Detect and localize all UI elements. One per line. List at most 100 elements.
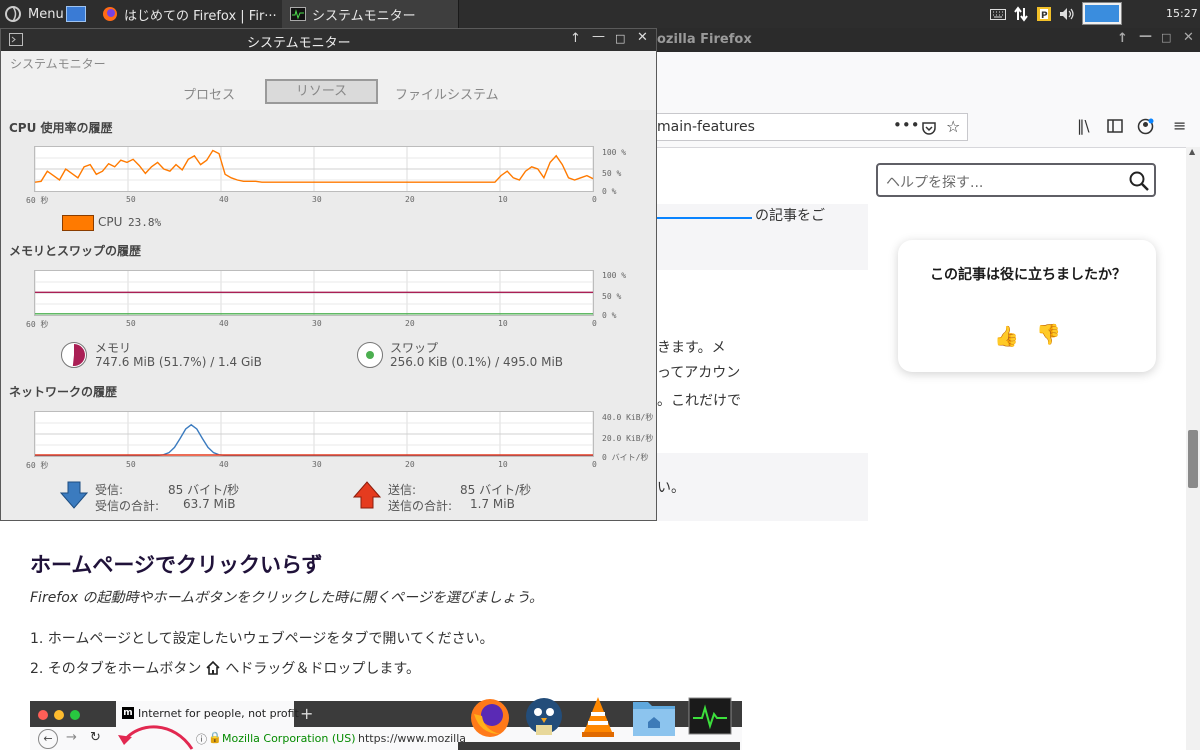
help-search-input[interactable]: ヘルプを探す... <box>876 163 1156 197</box>
url-text: main-features <box>657 119 755 135</box>
task-system-monitor-label: システムモニター <box>312 8 416 24</box>
show-desktop-icon[interactable] <box>66 6 86 22</box>
xtick: 50 <box>126 319 136 328</box>
sidebar-icon[interactable] <box>1107 119 1123 133</box>
system-monitor-titlebar: システムモニター ↑ — □ ✕ <box>1 29 656 51</box>
keep-above-icon[interactable]: ↑ <box>570 31 581 46</box>
xtick: 30 <box>312 195 322 204</box>
clock[interactable]: 15:27 <box>1166 7 1198 20</box>
recv-label: 受信: <box>95 483 124 497</box>
window-title: システムモニター <box>247 36 351 51</box>
search-icon[interactable] <box>1128 170 1150 192</box>
bookmark-star-icon[interactable]: ☆ <box>946 117 960 136</box>
volume-icon[interactable] <box>1059 6 1075 22</box>
cpu-color-swatch[interactable] <box>62 215 94 231</box>
drag-arrow-icon <box>118 725 194 750</box>
xtick: 40 <box>219 319 229 328</box>
app-header-label: システムモニター <box>10 57 106 71</box>
task-firefox[interactable]: はじめての Firefox | Fir··· <box>94 0 293 28</box>
svg-text:P: P <box>1041 11 1048 21</box>
url-bar[interactable]: main-features ••• ☆ <box>657 113 968 141</box>
restore-icon[interactable]: ↑ <box>1117 31 1128 46</box>
article-heading: ホームページでクリックいらず <box>30 553 323 577</box>
xtick: 10 <box>498 460 508 469</box>
dock-vlc-icon[interactable] <box>574 694 622 740</box>
mozilla-m-icon: m <box>122 707 134 719</box>
network-heading: ネットワークの履歴 <box>9 385 118 399</box>
account-icon[interactable] <box>1137 118 1154 135</box>
xtick: 10 <box>498 319 508 328</box>
xtick: 60 秒 <box>26 320 49 329</box>
cpu-usage-value: 23.8% <box>128 216 162 229</box>
menu-icon[interactable]: ≡ <box>1173 116 1186 135</box>
memory-pie-icon[interactable] <box>60 341 88 369</box>
partial-line-1: きます。メ <box>657 340 726 356</box>
xtick: 60 秒 <box>26 461 49 470</box>
xtick: 10 <box>498 195 508 204</box>
recv-total: 63.7 MiB <box>183 497 236 511</box>
recv-total-label: 受信の合計: <box>95 499 160 513</box>
dock-files-icon[interactable] <box>630 694 678 740</box>
feedback-card: この記事は役に立ちましたか？ 👍 👎 <box>898 240 1156 372</box>
memory-heading: メモリとスワップの履歴 <box>9 244 142 258</box>
task-system-monitor[interactable]: システムモニター <box>282 0 459 28</box>
tab-processes[interactable]: プロセス <box>183 84 235 103</box>
swap-value: 256.0 KiB (0.1%) / 495.0 MiB <box>390 355 564 369</box>
page-actions-icon[interactable]: ••• <box>893 116 920 134</box>
thumbs-up-icon[interactable]: 👍 <box>994 324 1019 348</box>
firefox-tabstrip <box>657 52 1200 107</box>
network-icon[interactable] <box>1013 6 1029 22</box>
dock-shelf <box>458 742 740 750</box>
dock-system-monitor-icon[interactable] <box>686 694 734 740</box>
dock-mail-bird-icon[interactable] <box>520 694 568 740</box>
xtick: 0 <box>592 319 597 328</box>
cpu-graph <box>34 146 594 192</box>
new-tab-icon: + <box>300 704 314 723</box>
step-2-text: 2. そのタブをホームボタン <box>30 661 202 677</box>
xtick: 40 <box>219 460 229 469</box>
view-tabs: プロセス リソース ファイルシステム <box>0 76 657 110</box>
maximize-icon[interactable]: □ <box>1161 31 1171 44</box>
feedback-question: この記事は役に立ちましたか？ <box>930 267 1126 283</box>
sm-close-icon[interactable]: ✕ <box>637 30 648 45</box>
clipboard-icon[interactable]: P <box>1036 6 1052 22</box>
screenshot-url: https://www.mozilla <box>358 732 467 745</box>
network-graph <box>34 411 594 457</box>
cpu-xticks: 60 秒 50 40 30 20 10 0 <box>0 195 657 207</box>
partial-line-2: ってアカウン <box>657 365 741 381</box>
swap-pie-icon[interactable] <box>356 341 384 369</box>
reload-icon: ↻ <box>90 730 101 745</box>
memory-history-chart <box>35 271 593 315</box>
sm-minimize-icon[interactable]: — <box>592 29 605 44</box>
menu-button[interactable]: Menu <box>4 0 64 28</box>
tab-filesystems[interactable]: ファイルシステム <box>395 84 499 103</box>
close-icon[interactable]: ✕ <box>1183 30 1194 45</box>
maximize-dot <box>70 710 80 720</box>
cpu-legend-label: CPU <box>98 215 123 229</box>
xtick: 20 <box>405 195 415 204</box>
swap-label: スワップ <box>390 341 439 355</box>
xtick: 20 <box>405 460 415 469</box>
receive-arrow-icon[interactable] <box>60 480 88 510</box>
minimize-icon[interactable]: — <box>1139 29 1152 44</box>
library-icon[interactable]: ‖\ <box>1077 117 1090 135</box>
dock-firefox-icon[interactable] <box>466 694 514 740</box>
mem-ytick-100: 100 % <box>602 271 627 280</box>
thumbs-down-icon[interactable]: 👎 <box>1036 322 1061 346</box>
xtick: 20 <box>405 319 415 328</box>
send-arrow-icon[interactable] <box>353 480 381 510</box>
scroll-thumb[interactable] <box>1188 430 1198 488</box>
keyboard-icon[interactable] <box>990 6 1006 22</box>
article-intro: Firefox の起動時やホームボタンをクリックした時に開くページを選びましょう… <box>30 590 543 606</box>
send-total-label: 送信の合計: <box>388 499 453 513</box>
send-total: 1.7 MiB <box>470 497 515 511</box>
net-ytick-40: 40.0 KiB/秒 <box>602 413 654 422</box>
pocket-icon[interactable] <box>921 120 937 136</box>
tab-resources[interactable]: リソース <box>265 79 378 104</box>
send-label: 送信: <box>388 483 417 497</box>
scroll-up-icon[interactable]: ▲ <box>1189 147 1195 156</box>
search-placeholder: ヘルプを探す... <box>886 175 984 191</box>
sm-maximize-icon[interactable]: □ <box>615 32 625 45</box>
cpu-ytick-50: 50 % <box>602 169 622 178</box>
cpu-applet[interactable] <box>1082 2 1122 25</box>
